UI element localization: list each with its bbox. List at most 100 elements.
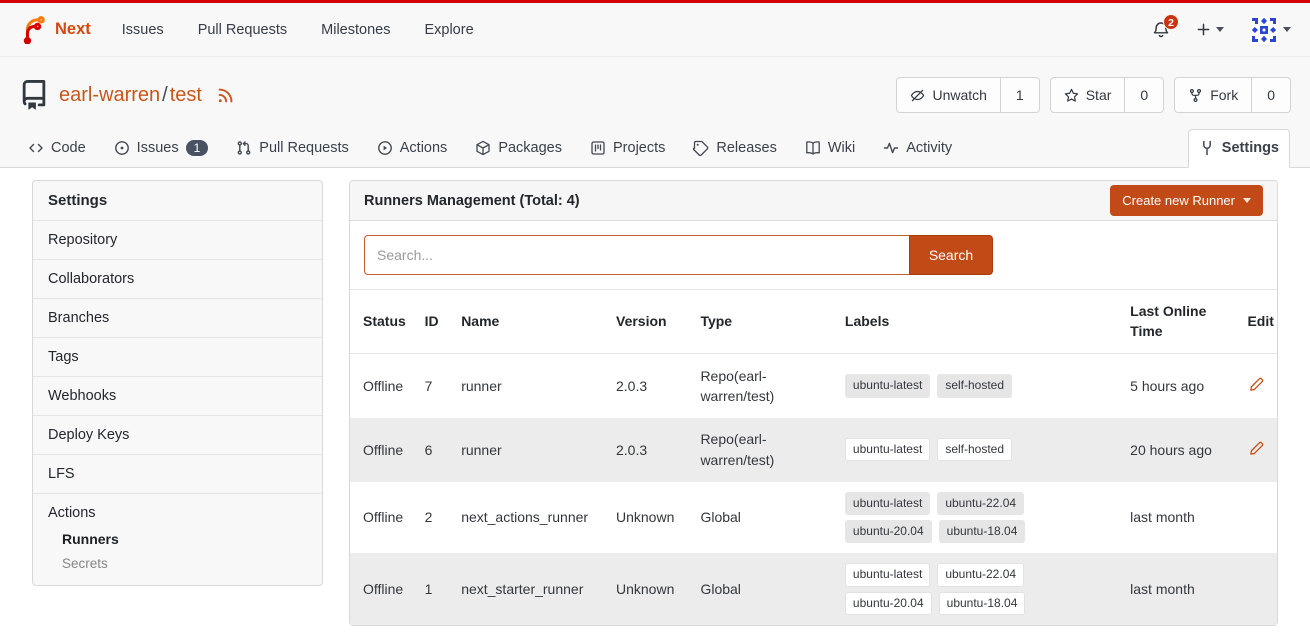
breadcrumb: earl-warren/test xyxy=(59,84,202,107)
play-circle-icon xyxy=(377,140,393,156)
runner-name: runner xyxy=(453,354,608,418)
edit-runner-button[interactable] xyxy=(1247,439,1266,458)
label-chip: self-hosted xyxy=(937,438,1012,461)
star-button-group: Star 0 xyxy=(1050,77,1164,113)
label-chip: ubuntu-latest xyxy=(845,563,930,586)
runner-type: Global xyxy=(700,579,740,599)
brand-name: Next xyxy=(55,20,91,39)
repo-name-link[interactable]: test xyxy=(170,84,202,106)
unwatch-button[interactable]: Unwatch xyxy=(897,78,999,112)
panel-title: Runners Management (Total: 4) xyxy=(364,193,580,209)
tag-icon xyxy=(693,140,709,156)
forgejo-logo-icon xyxy=(19,15,48,44)
pulse-icon xyxy=(883,140,899,156)
runner-status: Offline xyxy=(350,418,417,482)
user-menu-button[interactable] xyxy=(1250,16,1291,44)
repo-separator: / xyxy=(162,84,168,106)
sidebar-item-deploy-keys[interactable]: Deploy Keys xyxy=(33,416,322,455)
label-chip: ubuntu-22.04 xyxy=(937,492,1024,515)
settings-tool-icon xyxy=(1199,140,1215,156)
column-header-edit: Edit xyxy=(1239,290,1277,354)
star-label: Star xyxy=(1086,87,1112,103)
column-header-labels: Labels xyxy=(837,290,1122,354)
runner-status: Offline xyxy=(350,482,417,554)
main-navbar: Next Issues Pull Requests Milestones Exp… xyxy=(0,3,1310,57)
watchers-count[interactable]: 1 xyxy=(1000,78,1039,112)
tab-projects[interactable]: Projects xyxy=(580,130,675,167)
tab-label: Issues xyxy=(137,140,179,156)
tab-releases[interactable]: Releases xyxy=(683,130,786,167)
tab-settings[interactable]: Settings xyxy=(1188,129,1290,168)
runner-type: Global xyxy=(700,507,740,527)
stars-count[interactable]: 0 xyxy=(1124,78,1163,112)
issues-count-badge: 1 xyxy=(186,140,209,156)
runner-labels: ubuntu-latest ubuntu-22.04 ubuntu-20.04 … xyxy=(845,492,1037,544)
runner-type: Repo(earl-warren/test) xyxy=(700,429,818,470)
search-input[interactable] xyxy=(364,235,909,275)
nav-item-milestones[interactable]: Milestones xyxy=(304,12,407,48)
runners-table: Status ID Name Version Type Labels Last … xyxy=(350,289,1277,625)
sidebar-item-repository[interactable]: Repository xyxy=(33,221,322,260)
nav-item-issues[interactable]: Issues xyxy=(105,12,181,48)
tab-packages[interactable]: Packages xyxy=(465,130,572,167)
runner-version: 2.0.3 xyxy=(608,354,692,418)
runner-last-online: last month xyxy=(1122,482,1239,554)
runner-last-online: last month xyxy=(1122,553,1239,625)
runner-last-online: 20 hours ago xyxy=(1122,418,1239,482)
runner-name: runner xyxy=(453,418,608,482)
runner-last-online: 5 hours ago xyxy=(1122,354,1239,418)
rss-feed-icon[interactable] xyxy=(216,86,235,105)
tab-wiki[interactable]: Wiki xyxy=(795,130,865,167)
eye-slash-icon xyxy=(910,88,925,103)
sidebar-item-runners[interactable]: Runners xyxy=(62,531,307,547)
tab-pull-requests[interactable]: Pull Requests xyxy=(226,130,358,167)
label-chip: ubuntu-latest xyxy=(845,438,930,461)
sidebar-item-branches[interactable]: Branches xyxy=(33,299,322,338)
sidebar-item-collaborators[interactable]: Collaborators xyxy=(33,260,322,299)
nav-item-explore[interactable]: Explore xyxy=(407,12,490,48)
nav-item-pull-requests[interactable]: Pull Requests xyxy=(181,12,304,48)
repo-header: earl-warren/test Unwatch xyxy=(0,57,1310,125)
tab-issues[interactable]: Issues 1 xyxy=(104,130,219,167)
column-header-id: ID xyxy=(417,290,454,354)
tab-label: Actions xyxy=(400,140,448,156)
caret-down-icon xyxy=(1283,27,1291,32)
sidebar-item-tags[interactable]: Tags xyxy=(33,338,322,377)
home-brand-link[interactable]: Next xyxy=(19,15,91,44)
unwatch-label: Unwatch xyxy=(932,87,986,103)
column-header-name: Name xyxy=(453,290,608,354)
runner-version: Unknown xyxy=(608,482,692,554)
edit-runner-button[interactable] xyxy=(1247,375,1266,394)
label-chip: ubuntu-18.04 xyxy=(939,520,1026,543)
project-board-icon xyxy=(590,140,606,156)
runner-id: 7 xyxy=(417,354,454,418)
create-new-runner-label: Create new Runner xyxy=(1122,193,1235,208)
tab-activity[interactable]: Activity xyxy=(873,130,962,167)
label-chip: ubuntu-18.04 xyxy=(939,592,1026,615)
sidebar-item-actions[interactable]: Actions xyxy=(48,505,307,521)
table-row: Offline 7 runner 2.0.3 Repo(earl-warren/… xyxy=(350,354,1277,418)
tab-code[interactable]: Code xyxy=(18,130,96,167)
sidebar-item-lfs[interactable]: LFS xyxy=(33,455,322,494)
runner-status: Offline xyxy=(350,354,417,418)
fork-button[interactable]: Fork xyxy=(1175,78,1251,112)
tab-actions[interactable]: Actions xyxy=(367,130,458,167)
star-button[interactable]: Star xyxy=(1051,78,1125,112)
repo-owner-link[interactable]: earl-warren xyxy=(59,84,160,106)
search-button[interactable]: Search xyxy=(909,235,993,275)
issue-opened-icon xyxy=(114,140,130,156)
notification-count-badge: 2 xyxy=(1163,14,1179,30)
notifications-button[interactable]: 2 xyxy=(1152,21,1170,39)
runner-id: 6 xyxy=(417,418,454,482)
caret-down-icon xyxy=(1216,27,1224,32)
code-icon xyxy=(28,140,44,156)
runner-id: 2 xyxy=(417,482,454,554)
sidebar-item-webhooks[interactable]: Webhooks xyxy=(33,377,322,416)
sidebar-item-secrets[interactable]: Secrets xyxy=(62,556,307,571)
tab-label: Settings xyxy=(1222,140,1279,156)
create-new-menu-button[interactable] xyxy=(1196,22,1224,37)
column-header-version: Version xyxy=(608,290,692,354)
package-cube-icon xyxy=(475,140,491,156)
create-new-runner-button[interactable]: Create new Runner xyxy=(1110,185,1263,216)
forks-count[interactable]: 0 xyxy=(1251,78,1290,112)
